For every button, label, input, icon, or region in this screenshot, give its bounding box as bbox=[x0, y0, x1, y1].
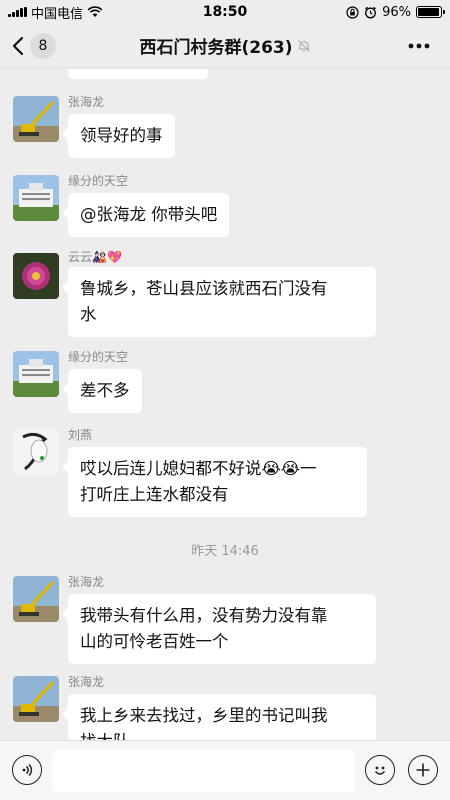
avatar[interactable] bbox=[13, 676, 59, 722]
message-text-line: 哎以后连儿媳妇都不好说😭😭一 bbox=[80, 459, 317, 478]
avatar[interactable] bbox=[13, 429, 59, 475]
avatar[interactable] bbox=[13, 576, 59, 622]
battery-icon bbox=[416, 6, 445, 18]
avatar[interactable] bbox=[13, 175, 59, 221]
status-right: 96% bbox=[290, 5, 450, 20]
avatar[interactable] bbox=[13, 253, 59, 299]
alarm-icon bbox=[365, 6, 377, 18]
more-dots-icon bbox=[408, 43, 430, 48]
avatar[interactable] bbox=[13, 96, 59, 142]
message-bubble[interactable]: 我带头有什么用，没有势力没有靠 山的可怜老百姓一个 bbox=[62, 594, 376, 664]
message-text-line: 领导好的事 bbox=[80, 126, 163, 145]
message-text-line: 水 bbox=[80, 305, 97, 324]
more-button[interactable] bbox=[360, 24, 450, 68]
nav-bar: 8 西石门村务群(263) bbox=[0, 24, 450, 68]
chat-title: 西石门村务群(263) bbox=[139, 38, 293, 58]
sender-name: 云云🎎💖 bbox=[68, 248, 122, 265]
building-avatar-icon bbox=[13, 175, 59, 221]
sender-name: 缘分的天空 bbox=[68, 350, 129, 364]
message-text-line: 找大队 bbox=[80, 729, 364, 740]
plus-icon bbox=[416, 763, 430, 777]
woman-sketch-avatar-icon bbox=[13, 429, 59, 475]
message-text-line: 我上乡来去找过，乡里的书记叫我 bbox=[80, 706, 328, 725]
message-text-line: 山的可怜老百姓一个 bbox=[80, 632, 229, 651]
building-avatar-icon bbox=[13, 351, 59, 397]
back-chevron-icon bbox=[12, 36, 24, 55]
voice-icon bbox=[22, 763, 33, 777]
crane-avatar-icon bbox=[13, 96, 59, 142]
status-left: 中国电信 bbox=[0, 3, 160, 22]
flower-avatar-icon bbox=[13, 253, 59, 299]
message-bubble[interactable]: 差不多 bbox=[62, 369, 142, 413]
message-text-line: @张海龙 你带头吧 bbox=[80, 205, 218, 224]
message-bubble[interactable]: @张海龙 你带头吧 bbox=[61, 193, 230, 237]
wifi-icon bbox=[87, 6, 103, 17]
status-bar: 中国电信 18:50 96% bbox=[0, 0, 450, 24]
message-text-line: 鲁城乡，苍山县应该就西石门没有 bbox=[80, 279, 328, 298]
message-bubble[interactable]: 鲁城乡，苍山县应该就西石门没有 水 bbox=[62, 267, 376, 337]
sender-name: 缘分的天空 bbox=[68, 174, 129, 188]
input-bar bbox=[0, 740, 450, 800]
plus-button[interactable] bbox=[408, 755, 438, 785]
crane-avatar-icon bbox=[13, 576, 59, 622]
sender-name: 张海龙 bbox=[68, 575, 105, 589]
sender-name: 刘燕 bbox=[68, 428, 93, 442]
message-bubble[interactable]: 哎以后连儿媳妇都不好说😭😭一 打听庄上连水都没有 bbox=[62, 447, 367, 517]
voice-button[interactable] bbox=[12, 755, 42, 785]
status-time: 18:50 bbox=[202, 4, 248, 20]
crane-avatar-icon bbox=[13, 676, 59, 722]
signal-icon bbox=[8, 7, 27, 17]
message-text-line: 我带头有什么用，没有势力没有靠 bbox=[80, 606, 328, 625]
carrier-label: 中国电信 bbox=[31, 6, 84, 22]
previous-message-bubble[interactable] bbox=[68, 69, 208, 79]
sender-name: 张海龙 bbox=[68, 675, 105, 689]
sender-emoji: 🎎💖 bbox=[92, 250, 122, 264]
chat-message-list[interactable]: 张海龙 领导好的事 缘分的天空 @张海龙 你带头吧 云云🎎💖 鲁城乡，苍山县应该… bbox=[0, 69, 450, 740]
unread-count-badge: 8 bbox=[30, 32, 56, 59]
message-text-line: 差不多 bbox=[80, 381, 130, 400]
sender-name-text: 云云 bbox=[68, 250, 93, 264]
chat-title-area[interactable]: 西石门村务群(263) bbox=[90, 33, 360, 58]
emoji-icon bbox=[374, 766, 386, 775]
battery-level bbox=[418, 8, 440, 16]
battery-percent: 96% bbox=[382, 4, 411, 20]
back-button[interactable]: 8 bbox=[0, 24, 90, 68]
mute-bell-icon bbox=[297, 39, 310, 52]
lock-rotation-icon bbox=[346, 5, 359, 19]
avatar[interactable] bbox=[13, 351, 59, 397]
message-bubble[interactable]: 领导好的事 bbox=[62, 114, 175, 158]
timestamp-divider: 昨天 14:46 bbox=[191, 544, 259, 559]
sender-name: 张海龙 bbox=[68, 95, 105, 109]
emoji-button[interactable] bbox=[365, 755, 395, 785]
message-input[interactable] bbox=[52, 750, 355, 792]
message-text-line: 打听庄上连水都没有 bbox=[80, 485, 229, 504]
message-bubble[interactable]: 我上乡来去找过，乡里的书记叫我 找大队 bbox=[62, 694, 376, 740]
